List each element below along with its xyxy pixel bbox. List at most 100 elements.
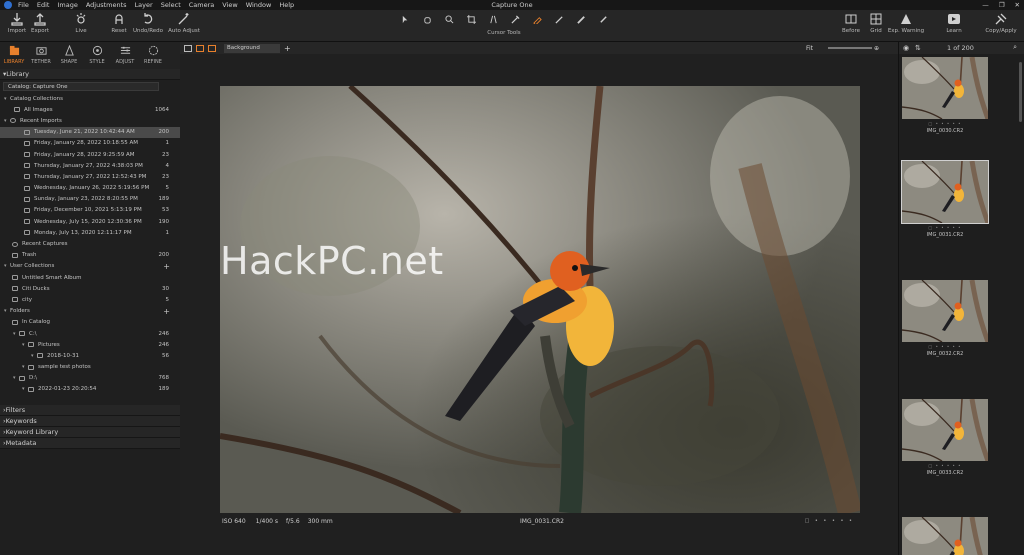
- multi-view-icon[interactable]: [208, 44, 216, 52]
- all-images-item[interactable]: All Images 1064: [0, 104, 180, 115]
- user-collections-header[interactable]: ▾ User Collections +: [0, 261, 180, 272]
- eye-icon[interactable]: ◉: [903, 44, 909, 52]
- thumbnail[interactable]: [902, 57, 988, 119]
- maximize-button[interactable]: ❐: [999, 1, 1005, 9]
- keywords-section-header[interactable]: › Keywords: [0, 416, 180, 427]
- keystone-cursor-tool[interactable]: [484, 14, 502, 24]
- tab-tether[interactable]: TETHER: [28, 45, 54, 65]
- grid-icon: [870, 13, 882, 25]
- import-item[interactable]: Thursday, January 27, 2022 12:52:43 PM 23: [0, 171, 180, 182]
- thumbnail-rating[interactable]: □ • • • • •: [902, 121, 988, 126]
- export-button[interactable]: Export: [25, 12, 55, 34]
- menu-image[interactable]: Image: [57, 1, 77, 9]
- erase-cursor-tool[interactable]: [594, 14, 612, 24]
- mask-draw-cursor-tool[interactable]: [550, 14, 568, 24]
- filters-section-header[interactable]: › Filters: [0, 405, 180, 416]
- zoom-slider[interactable]: [828, 47, 872, 49]
- menu-camera[interactable]: Camera: [189, 1, 215, 9]
- folder-item-label: 2022-01-23 20:20:54: [38, 386, 97, 393]
- zoom-cursor-tool[interactable]: [440, 14, 458, 24]
- tab-style[interactable]: STYLE: [84, 45, 110, 65]
- metadata-section-header[interactable]: › Metadata: [0, 438, 180, 449]
- recent-captures-item[interactable]: Recent Captures: [0, 238, 180, 249]
- import-item[interactable]: Friday, December 10, 2021 5:13:19 PM 53: [0, 205, 180, 216]
- add-layer-plus-icon[interactable]: +: [284, 44, 291, 53]
- thumbnail-rating[interactable]: □ • • • • •: [902, 463, 988, 468]
- menu-file[interactable]: File: [18, 1, 29, 9]
- keyword-library-section-header[interactable]: › Keyword Library: [0, 427, 180, 438]
- add-collection-plus-icon[interactable]: +: [163, 262, 170, 271]
- grid-button[interactable]: Grid: [861, 12, 891, 34]
- search-icon[interactable]: ⌕: [1013, 43, 1017, 52]
- collection-item[interactable]: Untitled Smart Album: [0, 272, 180, 283]
- fit-zoom-label[interactable]: Fit: [806, 45, 813, 52]
- menu-adjustments[interactable]: Adjustments: [86, 1, 127, 9]
- menu-layer[interactable]: Layer: [135, 1, 153, 9]
- menu-help[interactable]: Help: [279, 1, 294, 9]
- thumbnail-rating[interactable]: □ • • • • •: [902, 344, 988, 349]
- menu-edit[interactable]: Edit: [37, 1, 50, 9]
- browser-scrollbar[interactable]: [1019, 62, 1022, 122]
- reset-button[interactable]: Reset: [104, 12, 134, 34]
- import-item[interactable]: Monday, July 13, 2020 12:11:17 PM 1: [0, 227, 180, 238]
- add-folder-plus-icon[interactable]: +: [163, 307, 170, 316]
- tab-adjust[interactable]: ADJUST: [112, 45, 138, 65]
- heal-cursor-tool[interactable]: [572, 14, 590, 24]
- import-item[interactable]: Sunday, January 23, 2022 8:20:55 PM 189: [0, 194, 180, 205]
- learn-button[interactable]: Learn: [939, 12, 969, 34]
- auto-adjust-button[interactable]: Auto Adjust: [168, 12, 200, 34]
- close-button[interactable]: ✕: [1015, 1, 1020, 9]
- background-select[interactable]: Background: [224, 43, 280, 53]
- menu-view[interactable]: View: [222, 1, 237, 9]
- menu-window[interactable]: Window: [246, 1, 272, 9]
- folder-icon: [28, 364, 34, 370]
- single-view-icon[interactable]: [196, 44, 204, 52]
- import-item[interactable]: Wednesday, July 15, 2020 12:30:36 PM 190: [0, 216, 180, 227]
- grid-view-icon[interactable]: [184, 44, 192, 52]
- folders-header[interactable]: ▾ Folders +: [0, 306, 180, 317]
- folder-item[interactable]: ▾ 2022-01-23 20:20:54 189: [0, 384, 180, 395]
- main-photo[interactable]: [220, 86, 860, 513]
- import-item[interactable]: Friday, January 28, 2022 10:18:55 AM 1: [0, 138, 180, 149]
- thumbnail[interactable]: [902, 280, 988, 342]
- minimize-button[interactable]: —: [982, 1, 989, 9]
- pan-cursor-tool[interactable]: [418, 14, 436, 24]
- catalog-collections-header[interactable]: ▾ Catalog Collections: [0, 93, 180, 104]
- thumbnail[interactable]: [901, 160, 989, 224]
- thumbnail[interactable]: [902, 517, 988, 555]
- tab-refine[interactable]: REFINE: [140, 45, 166, 65]
- import-item[interactable]: Wednesday, January 26, 2022 5:19:56 PM 5: [0, 183, 180, 194]
- in-catalog-header[interactable]: In Catalog: [0, 317, 180, 328]
- thumbnail-rating[interactable]: □ • • • • •: [902, 225, 988, 230]
- undo-redo-button[interactable]: Undo/Redo: [133, 12, 163, 34]
- exposure-warning-button[interactable]: Exp. Warning: [888, 12, 924, 34]
- folder-item[interactable]: ▾ Pictures 246: [0, 339, 180, 350]
- folder-item[interactable]: ▾ 2018-10-31 56: [0, 350, 180, 361]
- recent-imports-header[interactable]: ▾ Recent Imports: [0, 115, 180, 126]
- import-item[interactable]: Tuesday, June 21, 2022 10:42:44 AM 200: [0, 126, 180, 138]
- live-button[interactable]: Live: [66, 12, 96, 34]
- library-section-header[interactable]: ▾ Library: [0, 69, 180, 80]
- picker-cursor-tool[interactable]: [506, 14, 524, 24]
- annotate-cursor-tool[interactable]: [528, 14, 546, 24]
- zoom-in-icon[interactable]: ⊕: [874, 45, 879, 52]
- import-item[interactable]: Thursday, January 27, 2022 4:38:03 PM 4: [0, 160, 180, 171]
- folder-item[interactable]: ▾ C:\ 246: [0, 328, 180, 339]
- keystone-icon: [489, 15, 497, 23]
- folder-item[interactable]: ▾ D:\ 768: [0, 373, 180, 384]
- select-cursor-tool[interactable]: [396, 14, 414, 24]
- thumbnail[interactable]: [902, 399, 988, 461]
- catalog-select[interactable]: Catalog: Capture One: [3, 82, 159, 91]
- tab-library[interactable]: LIBRARY: [1, 45, 27, 65]
- crop-cursor-tool[interactable]: [462, 14, 480, 24]
- copy-apply-button[interactable]: Copy/Apply: [985, 12, 1017, 34]
- collection-item[interactable]: Citi Ducks 30: [0, 283, 180, 294]
- rating-stars[interactable]: □ • • • • •: [805, 518, 854, 524]
- trash-item[interactable]: Trash 200: [0, 250, 180, 261]
- import-item[interactable]: Friday, January 28, 2022 9:25:59 AM 23: [0, 149, 180, 160]
- sort-icon[interactable]: ⇅: [915, 44, 921, 52]
- collection-item[interactable]: city 5: [0, 294, 180, 305]
- tab-shape[interactable]: SHAPE: [56, 44, 82, 65]
- menu-select[interactable]: Select: [161, 1, 181, 9]
- folder-item[interactable]: ▾ sample test photos: [0, 362, 180, 373]
